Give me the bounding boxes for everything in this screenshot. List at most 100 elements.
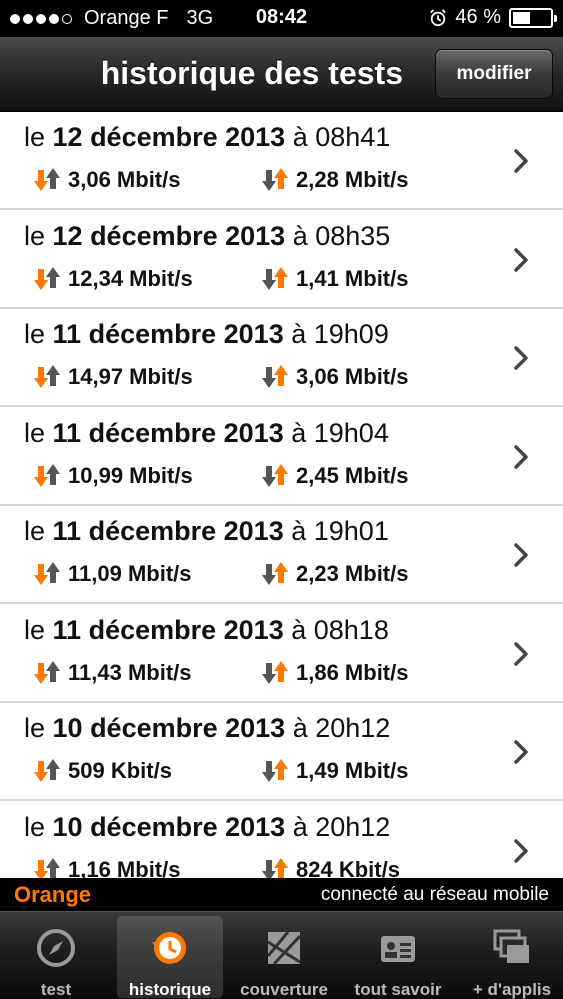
edit-button[interactable]: modifier [435, 49, 553, 99]
date-time: à 20h12 [292, 811, 391, 842]
chevron-right-icon [514, 543, 528, 567]
upload-speed: 2,23 Mbit/s [262, 560, 408, 588]
battery-icon [509, 7, 557, 28]
tab-label: couverture [240, 980, 328, 999]
download-arrow-icon [34, 759, 60, 782]
chevron-right-icon [514, 641, 528, 666]
download-arrow-icon [34, 463, 60, 487]
date-prefix: le [24, 319, 46, 349]
test-date: le 10 décembre 2013 à 20h12 [24, 713, 390, 744]
date-prefix: le [24, 516, 46, 546]
date-time: à 08h41 [292, 122, 391, 152]
history-icon [152, 932, 186, 964]
navigation-bar: historique des tests modifier [0, 37, 563, 112]
tab-couverture[interactable]: couverture [231, 916, 337, 999]
upload-arrow-icon [262, 759, 288, 782]
upload-speed: 1,49 Mbit/s [262, 757, 408, 785]
date-day: 12 décembre 2013 [52, 122, 286, 152]
status-bar: Orange F 3G 08:42 46 % [0, 0, 563, 37]
download-arrow-icon [34, 168, 60, 191]
date-time: à 08h18 [291, 614, 389, 645]
upload-value: 824 Kbit/s [296, 856, 400, 879]
date-day: 11 décembre 2013 [52, 516, 284, 546]
tab-test[interactable]: test [3, 916, 109, 999]
tab-tout-savoir[interactable]: tout savoir [345, 916, 451, 999]
download-value: 1,16 Mbit/s [68, 856, 181, 879]
test-date: le 12 décembre 2013 à 08h41 [24, 122, 390, 153]
upload-arrow-icon [262, 266, 288, 290]
download-value: 11,43 Mbit/s [68, 659, 192, 685]
download-speed: 3,06 Mbit/s [34, 166, 180, 194]
download-value: 10,99 Mbit/s [68, 462, 193, 488]
network-info-bar: Orange connecté au réseau mobile [0, 878, 563, 911]
date-prefix: le [24, 811, 46, 842]
date-prefix: le [24, 122, 46, 152]
test-date: le 11 décembre 2013 à 08h18 [24, 615, 389, 646]
tab-label: tout savoir [354, 980, 442, 999]
test-history-row[interactable]: le 11 décembre 2013 à 19h01 11,09 Mbit/s 2… [0, 506, 563, 604]
battery-fill [513, 11, 530, 24]
test-history-row[interactable]: le 11 décembre 2013 à 19h04 10,99 Mbit/s 2… [0, 407, 563, 506]
download-value: 12,34 Mbit/s [68, 265, 193, 291]
upload-speed: 3,06 Mbit/s [262, 363, 408, 391]
upload-arrow-icon [262, 660, 288, 684]
upload-arrow-icon [262, 365, 288, 388]
test-history-row[interactable]: le 11 décembre 2013 à 08h18 11,43 Mbit/s 1… [0, 604, 563, 703]
upload-speed: 2,28 Mbit/s [262, 166, 408, 194]
test-date: le 11 décembre 2013 à 19h09 [24, 319, 389, 350]
download-value: 11,09 Mbit/s [68, 561, 192, 586]
map-icon [266, 931, 302, 966]
test-history-row[interactable]: le 10 décembre 2013 à 20h12 509 Kbit/s 1,4… [0, 703, 563, 801]
download-arrow-icon [34, 857, 60, 878]
compass-icon [37, 929, 75, 967]
date-day: 11 décembre 2013 [52, 319, 284, 349]
upload-value: 2,28 Mbit/s [296, 167, 409, 192]
download-arrow-icon [34, 562, 60, 585]
date-prefix: le [24, 713, 46, 743]
download-speed: 12,34 Mbit/s [34, 265, 193, 293]
test-date: le 12 décembre 2013 à 08h35 [24, 221, 390, 252]
battery-percent: 46 % [455, 6, 501, 28]
status-right: 46 % [429, 6, 557, 29]
upload-arrow-icon [262, 168, 288, 191]
upload-arrow-icon [262, 562, 288, 585]
upload-arrow-icon [262, 857, 288, 878]
date-time: à 19h01 [291, 516, 389, 546]
chevron-right-icon [514, 444, 528, 469]
test-history-row[interactable]: le 10 décembre 2013 à 20h12 1,16 Mbit/s 82… [0, 801, 563, 879]
date-time: à 19h04 [291, 417, 389, 448]
date-day: 10 décembre 2013 [52, 713, 286, 743]
date-day: 11 décembre 2013 [52, 614, 284, 645]
tab-historique[interactable]: historique [117, 916, 223, 999]
date-prefix: le [24, 614, 46, 645]
tab-label: test [40, 980, 72, 999]
download-value: 3,06 Mbit/s [68, 167, 181, 192]
page-title: historique des tests [100, 55, 403, 91]
download-arrow-icon [34, 266, 60, 290]
date-day: 10 décembre 2013 [52, 811, 286, 842]
test-date: le 10 décembre 2013 à 20h12 [24, 812, 390, 843]
upload-value: 1,86 Mbit/s [296, 659, 409, 685]
brand-label: Orange [14, 882, 92, 907]
upload-arrow-icon [262, 463, 288, 487]
download-value: 509 Kbit/s [68, 758, 172, 783]
download-speed: 10,99 Mbit/s [34, 462, 193, 490]
test-history-row[interactable]: le 12 décembre 2013 à 08h35 12,34 Mbit/s 1… [0, 210, 563, 309]
date-time: à 20h12 [292, 713, 391, 743]
chevron-right-icon [514, 740, 528, 764]
download-speed: 509 Kbit/s [34, 757, 172, 785]
test-history-list[interactable]: le 12 décembre 2013 à 08h41 3,06 Mbit/s 2,… [0, 112, 563, 878]
chevron-right-icon [514, 247, 528, 272]
download-speed: 11,09 Mbit/s [34, 560, 192, 588]
tab-d-applis[interactable]: + d'applis [459, 916, 563, 999]
test-history-row[interactable]: le 11 décembre 2013 à 19h09 14,97 Mbit/s 3… [0, 309, 563, 407]
tab-label: + d'applis [472, 980, 552, 999]
alarm-icon [430, 8, 447, 26]
upload-value: 3,06 Mbit/s [296, 364, 409, 389]
upload-speed: 1,41 Mbit/s [262, 265, 408, 293]
tab-bar: test historique couverture tout savoir + d'a… [0, 911, 563, 999]
upload-value: 2,45 Mbit/s [296, 462, 409, 488]
test-history-row[interactable]: le 12 décembre 2013 à 08h41 3,06 Mbit/s 2,… [0, 112, 563, 210]
upload-speed: 1,86 Mbit/s [262, 659, 408, 687]
upload-value: 2,23 Mbit/s [296, 561, 409, 586]
